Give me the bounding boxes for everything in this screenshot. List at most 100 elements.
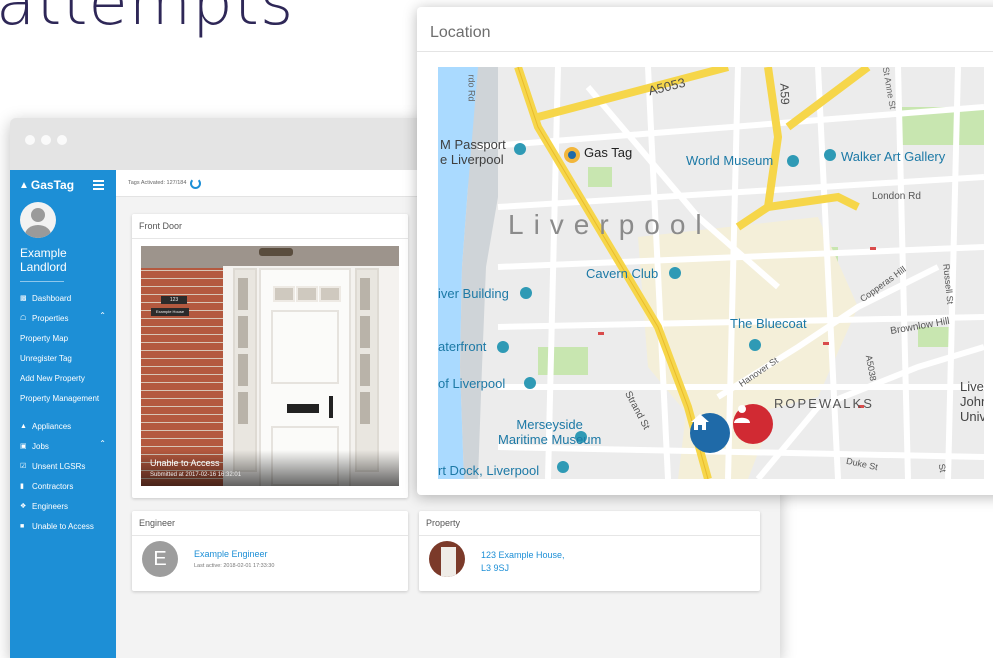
sidebar-item-label: Add New Property xyxy=(20,373,85,383)
sidebar-item-label: Appliances xyxy=(32,421,72,431)
user-name-line1: Example xyxy=(20,246,67,260)
property-thumbnail[interactable] xyxy=(429,541,465,577)
engineer-name-link[interactable]: Example Engineer xyxy=(194,549,268,559)
sidebar: ▲ GasTag Example Landlord ▩ Dashboard ☖ Pr… xyxy=(10,170,116,658)
map-label-maritime-museum-line2: Maritime Museum xyxy=(498,432,602,447)
card-title: Engineer xyxy=(139,518,176,528)
sidebar-item-label: Properties xyxy=(32,313,69,323)
map-label-passport-line1: M Passport xyxy=(440,137,506,152)
hamburger-menu-icon[interactable] xyxy=(93,178,104,192)
engineer-card: Engineer E Example Engineer Last active:… xyxy=(132,511,408,591)
map-label-dock-liverpool[interactable]: rt Dock, Liverpool xyxy=(438,463,539,478)
front-door-card: Front Door 123 Example House Unable to A… xyxy=(132,214,408,498)
house-name-plate: Example House xyxy=(151,308,189,316)
location-title: Location xyxy=(430,24,491,41)
sidebar-item-label: Contractors xyxy=(32,481,74,491)
map-label-city: Liverpool xyxy=(508,209,712,240)
sidebar-item-label: Property Map xyxy=(20,333,69,343)
window-control-dot[interactable] xyxy=(57,135,67,145)
flame-icon: ▲ xyxy=(19,179,29,191)
tags-activated-label: Tags Activated: xyxy=(128,180,165,186)
tags-activated-value: 127/184 xyxy=(166,180,187,186)
sidebar-item-contractors[interactable]: ▮ Contractors xyxy=(10,476,116,496)
property-address-link[interactable]: 123 Example House, L3 9SJ xyxy=(481,549,565,575)
property-address-line1: 123 Example House, xyxy=(481,550,565,560)
road-label-st: St xyxy=(936,462,948,474)
map-label-passport: M Passport e Liverpool xyxy=(440,137,506,167)
road-label-london-rd: London Rd xyxy=(872,191,921,202)
map-label-maritime-museum[interactable]: Merseyside Maritime Museum xyxy=(498,417,601,447)
map-label-john-moores-line2: John xyxy=(960,394,984,409)
sidebar-nav: ▩ Dashboard ☖ Properties ⌃ Property Map Unr… xyxy=(10,288,116,536)
property-home-marker[interactable] xyxy=(690,413,730,453)
checkbox-icon: ☑ xyxy=(20,463,27,470)
sidebar-divider xyxy=(20,281,64,282)
property-card: Property 123 Example House, L3 9SJ xyxy=(419,511,760,591)
user-name-line2: Landlord xyxy=(20,260,67,274)
window-control-dot[interactable] xyxy=(41,135,51,145)
location-map[interactable]: A5053 A59 rdo Rd St Anne St M Passport e… xyxy=(438,67,984,479)
sidebar-item-label: Unable to Access xyxy=(32,521,94,531)
person-icon xyxy=(734,405,750,423)
house-number-plate: 123 xyxy=(161,296,187,304)
sidebar-item-property-management[interactable]: Property Management xyxy=(10,388,116,408)
lamp-icon xyxy=(259,248,293,256)
sidebar-item-unsent-lgsrs[interactable]: ☑ Unsent LGSRs xyxy=(10,456,116,476)
sidebar-item-appliances[interactable]: ▲ Appliances xyxy=(10,416,116,436)
map-label-gas-tag[interactable]: Gas Tag xyxy=(584,145,632,160)
loading-spinner-icon xyxy=(190,177,202,189)
sidebar-item-unable-to-access[interactable]: ■ Unable to Access xyxy=(10,516,116,536)
map-label-walker-art-gallery[interactable]: Walker Art Gallery xyxy=(841,149,945,164)
access-status-timestamp: Submitted at 2017-02-16 16:32:01 xyxy=(150,472,242,478)
map-label-liver-building[interactable]: iver Building xyxy=(438,286,509,301)
sidebar-item-unregister-tag[interactable]: Unregister Tag xyxy=(10,348,116,368)
map-label-maritime-museum-line1: Merseyside xyxy=(516,417,583,432)
road-label-a59: A59 xyxy=(777,83,793,105)
front-door-photo[interactable]: 123 Example House Unable to Access Submi… xyxy=(141,246,399,486)
chart-icon: ▩ xyxy=(20,295,27,302)
map-label-passport-line2: e Liverpool xyxy=(440,152,504,167)
map-label-john-moores-line1: Live xyxy=(960,379,984,394)
sidebar-item-jobs[interactable]: ▣ Jobs ⌃ xyxy=(10,436,116,456)
engineer-last-active: Last active: 2018-02-01 17:33:30 xyxy=(194,563,275,569)
location-window: Location A5053 A59 rdo Rd St Anne St M P… xyxy=(417,7,993,495)
map-label-john-moores: Live John Univ xyxy=(960,379,984,424)
sidebar-item-label: Property Management xyxy=(20,393,100,403)
user-avatar[interactable] xyxy=(20,202,56,238)
home-icon xyxy=(691,414,709,430)
map-label-the-bluecoat[interactable]: The Bluecoat xyxy=(730,316,807,331)
window-control-dot[interactable] xyxy=(25,135,35,145)
sidebar-item-add-new-property[interactable]: Add New Property xyxy=(10,368,116,388)
wrench-icon: ❖ xyxy=(20,503,27,510)
lock-icon: ■ xyxy=(20,522,25,530)
map-label-of-liverpool[interactable]: of Liverpool xyxy=(438,376,505,391)
sidebar-item-dashboard[interactable]: ▩ Dashboard xyxy=(10,288,116,308)
chevron-up-icon: ⌃ xyxy=(99,311,106,320)
map-label-ropewalks: ROPEWALKS xyxy=(774,396,874,411)
sidebar-item-engineers[interactable]: ❖ Engineers xyxy=(10,496,116,516)
sidebar-item-label: Jobs xyxy=(32,441,49,451)
map-label-john-moores-line3: Univ xyxy=(960,409,984,424)
card-title: Front Door xyxy=(139,221,183,231)
map-label-world-museum[interactable]: World Museum xyxy=(686,153,773,168)
engineer-avatar[interactable]: E xyxy=(142,541,178,577)
sidebar-item-properties[interactable]: ☖ Properties ⌃ xyxy=(10,308,116,328)
flame-icon: ▲ xyxy=(20,422,27,430)
access-status-title: Unable to Access xyxy=(150,458,220,468)
brand-name: GasTag xyxy=(30,178,75,192)
chevron-up-icon: ⌃ xyxy=(99,439,106,448)
home-icon: ☖ xyxy=(20,315,27,322)
building-icon: ▮ xyxy=(20,483,24,490)
map-label-cavern-club[interactable]: Cavern Club xyxy=(586,266,658,281)
briefcase-icon: ▣ xyxy=(20,443,27,450)
property-address-line2: L3 9SJ xyxy=(481,563,510,573)
sidebar-item-label: Engineers xyxy=(32,501,69,511)
sidebar-item-property-map[interactable]: Property Map xyxy=(10,328,116,348)
engineer-person-marker[interactable] xyxy=(733,404,773,444)
card-title: Property xyxy=(426,518,461,528)
sidebar-item-label: Dashboard xyxy=(32,293,72,303)
sidebar-item-label: Unregister Tag xyxy=(20,353,72,363)
user-name: Example Landlord xyxy=(20,246,116,274)
map-label-waterfront[interactable]: aterfront xyxy=(438,339,486,354)
road-label-lord-rd: rdo Rd xyxy=(466,74,477,102)
